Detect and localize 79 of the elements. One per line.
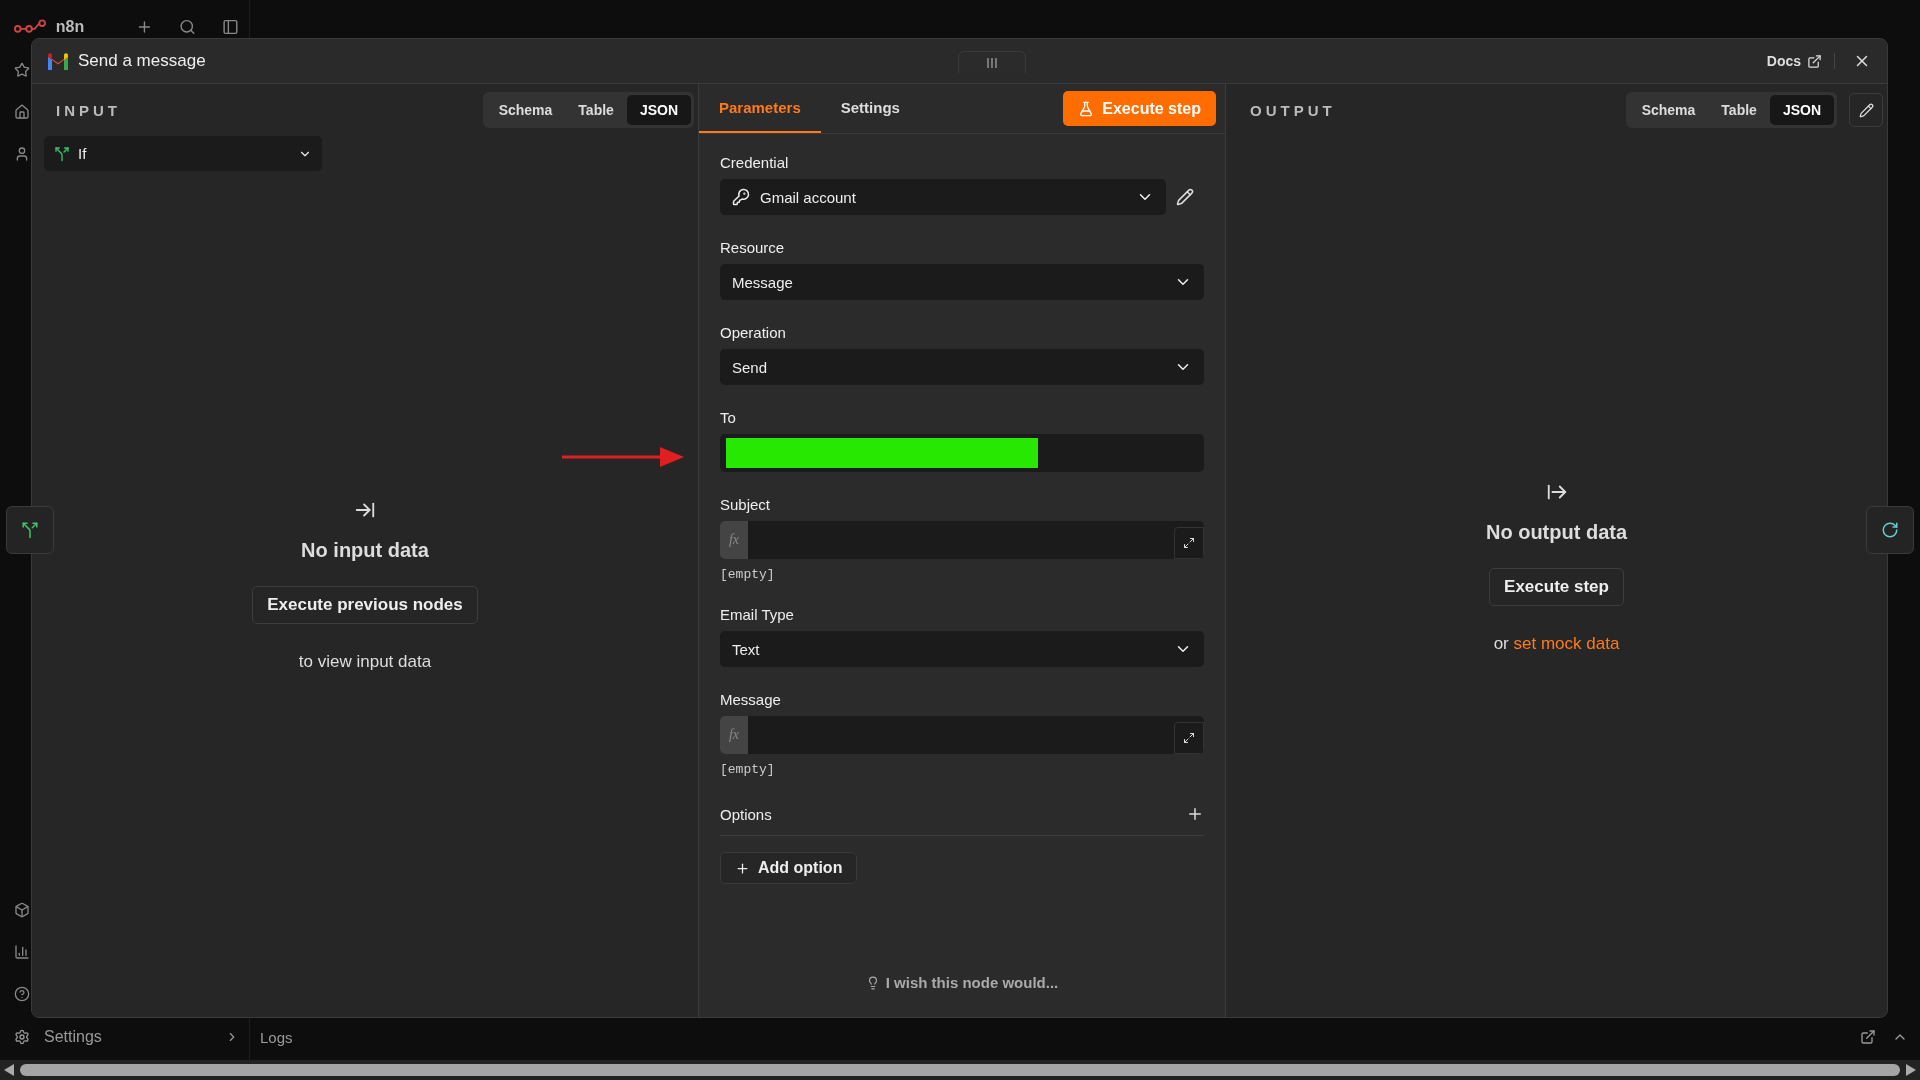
field-label: Subject	[720, 496, 772, 513]
field-label: Resource	[720, 239, 786, 256]
drag-handle[interactable]	[958, 51, 1026, 73]
options-label: Options	[720, 805, 773, 823]
view-tab[interactable]: Schema	[1628, 95, 1709, 125]
box-icon[interactable]	[14, 902, 30, 918]
external-link-icon	[1807, 53, 1822, 69]
field-label: Email Type	[720, 606, 795, 623]
field-label: To	[720, 409, 737, 426]
expand-button[interactable]	[1174, 722, 1204, 754]
empty-value-hint: [empty]	[720, 762, 776, 777]
home-icon[interactable]	[14, 104, 30, 120]
scroll-left-icon[interactable]	[4, 1064, 14, 1076]
empty-state-title: No input data	[301, 539, 429, 562]
select-field[interactable]: Send	[720, 349, 1204, 385]
view-tab[interactable]: Table	[565, 95, 627, 125]
gmail-logo-icon	[46, 52, 70, 70]
input-field[interactable]	[720, 434, 1204, 472]
mock-data-hint: or set mock data	[1493, 634, 1620, 654]
parameter-tab[interactable]: Settings	[820, 84, 920, 133]
logs-label: Logs	[260, 1028, 293, 1046]
plus-icon	[1186, 805, 1204, 823]
input-node-button[interactable]	[6, 506, 54, 554]
panel-icon[interactable]	[222, 18, 239, 36]
credential-select[interactable]: Gmail account	[720, 179, 1166, 215]
branch-icon	[21, 521, 39, 539]
grip-icon	[987, 57, 997, 68]
expand-button[interactable]	[1174, 527, 1204, 559]
view-tab[interactable]: JSON	[626, 95, 691, 125]
search-icon[interactable]	[179, 18, 197, 36]
set-mock-data-link[interactable]: set mock data	[1513, 634, 1620, 653]
edit-output-button[interactable]	[1849, 93, 1883, 127]
view-tab[interactable]: JSON	[1769, 95, 1834, 125]
settings-menu-item[interactable]: Settings	[14, 1028, 239, 1046]
branch-icon	[54, 145, 70, 162]
empty-state-hint: to view input data	[298, 652, 432, 672]
expand-icon	[1183, 537, 1195, 549]
execute-previous-button[interactable]: Execute previous nodes	[252, 586, 478, 624]
pencil-icon	[1176, 188, 1194, 206]
docs-link[interactable]: Docs	[1766, 53, 1835, 69]
settings-icon	[14, 1029, 30, 1045]
output-node-button[interactable]	[1866, 506, 1914, 554]
feedback-link[interactable]: I wish this node would...	[865, 974, 1059, 991]
plus-icon	[735, 860, 750, 876]
chart-icon[interactable]	[14, 944, 30, 960]
view-tab[interactable]: Table	[1708, 95, 1770, 125]
fx-badge: fx	[720, 521, 748, 559]
star-icon[interactable]	[14, 62, 30, 78]
fx-badge: fx	[720, 716, 748, 754]
node-select[interactable]: If	[44, 136, 322, 171]
pop-out-icon[interactable]	[1860, 1029, 1876, 1045]
select-field[interactable]: Message	[720, 264, 1204, 300]
pencil-icon	[1858, 102, 1874, 118]
empty-value-hint: [empty]	[720, 567, 776, 582]
field-label: Message	[720, 691, 782, 708]
select-field[interactable]: Text	[720, 631, 1204, 667]
cycle-icon	[1881, 521, 1899, 539]
logo-icon	[14, 19, 48, 35]
app-logo-text: n8n	[55, 18, 85, 36]
key-icon	[732, 188, 750, 206]
field-label: Operation	[720, 324, 787, 341]
add-option-button[interactable]: Add option	[720, 852, 858, 884]
expand-icon	[1183, 732, 1195, 744]
horizontal-scrollbar[interactable]	[0, 1060, 1920, 1080]
panel-heading: INPUT	[56, 101, 122, 119]
empty-state-title: No output data	[1485, 521, 1628, 544]
user-icon[interactable]	[14, 146, 30, 162]
dialog-title: Send a message	[78, 51, 206, 71]
parameter-tab[interactable]: Parameters	[699, 84, 821, 133]
execute-step-outline-button[interactable]: Execute step	[1489, 568, 1624, 606]
scroll-right-icon[interactable]	[1906, 1064, 1916, 1076]
help-icon[interactable]	[14, 986, 30, 1002]
scrollbar-thumb[interactable]	[20, 1064, 1900, 1076]
edit-credential-button[interactable]	[1176, 188, 1194, 206]
view-tab[interactable]: Schema	[485, 95, 566, 125]
panel-heading: OUTPUT	[1250, 101, 1337, 119]
field-label: Credential	[720, 154, 790, 171]
flask-icon	[1078, 100, 1095, 117]
add-option-plus-button[interactable]	[1186, 805, 1204, 823]
